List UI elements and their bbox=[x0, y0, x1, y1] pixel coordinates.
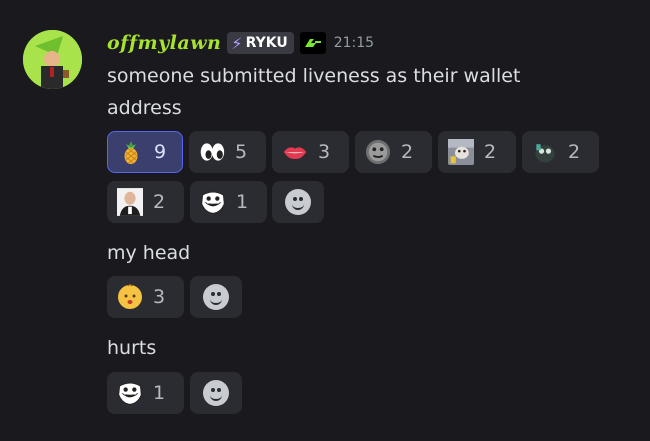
reaction-count: 2 bbox=[401, 141, 414, 163]
reaction-count: 3 bbox=[318, 141, 331, 163]
reaction-baby-face[interactable]: 3 bbox=[107, 276, 184, 318]
role-badge-icon[interactable] bbox=[299, 32, 326, 54]
dog-meme-icon bbox=[532, 139, 558, 165]
message-text-line: my head bbox=[107, 242, 191, 264]
server-tag-label: RYKU bbox=[245, 35, 288, 51]
baby-face-icon bbox=[117, 284, 143, 310]
message-text-line: someone submitted liveness as their wall… bbox=[107, 65, 521, 87]
reaction-trollface[interactable]: 1 bbox=[190, 181, 267, 223]
reaction-lips[interactable]: 3 bbox=[272, 131, 349, 173]
add-reaction-icon bbox=[203, 284, 229, 310]
server-tag[interactable]: ⚡ RYKU bbox=[227, 32, 294, 54]
lightning-icon: ⚡ bbox=[231, 33, 243, 53]
reaction-count: 5 bbox=[235, 141, 248, 163]
reaction-thomas-face[interactable]: 2 bbox=[355, 131, 432, 173]
reaction-count: 1 bbox=[153, 382, 166, 404]
bald-man-icon bbox=[117, 188, 143, 216]
thomas-face-icon bbox=[365, 139, 391, 165]
reaction-count: 1 bbox=[236, 191, 249, 213]
reaction-cat-meme[interactable]: 2 bbox=[438, 131, 516, 173]
cat-meme-icon bbox=[448, 139, 474, 165]
user-avatar[interactable] bbox=[23, 30, 82, 89]
trollface-icon bbox=[117, 380, 143, 406]
eyes-icon bbox=[199, 139, 225, 165]
reaction-pineapple[interactable]: 9 bbox=[107, 131, 183, 173]
reaction-count: 2 bbox=[568, 141, 581, 163]
add-reaction-button[interactable] bbox=[190, 372, 242, 414]
pineapple-icon bbox=[118, 139, 144, 165]
reaction-count: 9 bbox=[154, 141, 167, 163]
message-text-line: address bbox=[107, 97, 182, 119]
reaction-count: 2 bbox=[153, 191, 166, 213]
reaction-count: 2 bbox=[484, 141, 497, 163]
message-text-line: hurts bbox=[107, 337, 157, 359]
reaction-bald-man[interactable]: 2 bbox=[107, 181, 184, 223]
timestamp: 21:15 bbox=[333, 35, 375, 51]
add-reaction-button[interactable] bbox=[190, 276, 242, 318]
reaction-count: 3 bbox=[153, 286, 166, 308]
reaction-eyes[interactable]: 5 bbox=[189, 131, 266, 173]
add-reaction-icon bbox=[203, 380, 229, 406]
add-reaction-button[interactable] bbox=[272, 181, 324, 223]
add-reaction-icon bbox=[285, 189, 311, 215]
message-header: offmylawn ⚡ RYKU 21:15 bbox=[107, 30, 374, 56]
trollface-icon bbox=[200, 189, 226, 215]
reaction-dog-meme[interactable]: 2 bbox=[522, 131, 599, 173]
reaction-trollface[interactable]: 1 bbox=[107, 372, 184, 414]
username[interactable]: offmylawn bbox=[107, 32, 221, 54]
lips-icon bbox=[282, 139, 308, 165]
